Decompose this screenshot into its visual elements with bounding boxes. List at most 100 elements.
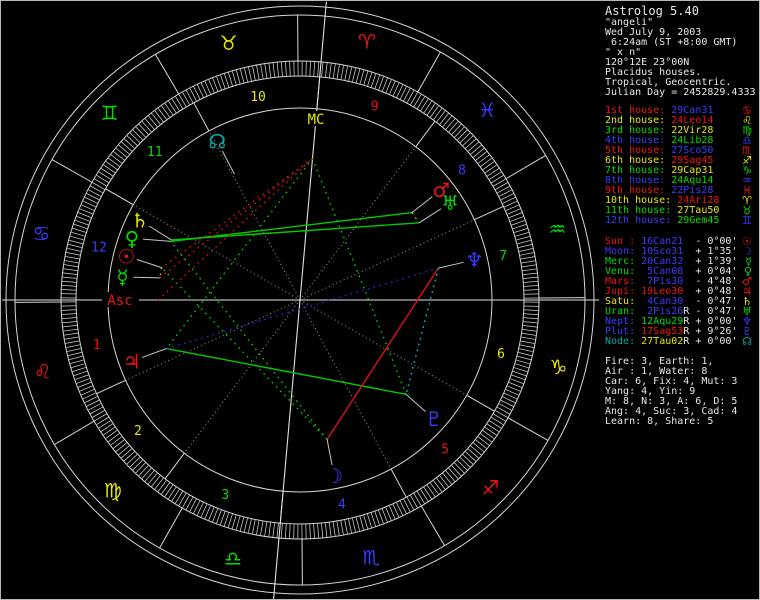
degree-tick [157,108,167,120]
degree-tick [141,121,152,133]
degree-tick [220,75,226,89]
degree-tick [115,147,128,158]
degree-tick [118,445,130,456]
degree-tick [62,317,77,320]
degree-tick [473,148,485,158]
aspect-line-neptune-pluto [405,267,440,395]
degree-tick [62,276,77,279]
degree-tick [508,212,523,219]
degree-tick [76,216,90,222]
degree-tick [289,524,291,539]
sign-divider [154,54,180,95]
degree-tick [523,321,538,324]
degree-tick [129,132,141,143]
degree-tick [381,508,388,523]
degree-tick [374,75,381,89]
degree-tick [67,247,81,252]
degree-tick [208,79,215,93]
sign-glyph-gemini: ♊ [101,101,119,125]
degree-tick [260,521,264,536]
degree-tick [524,285,539,287]
element-tally: Fire: 3, Earth: 1, Air : 1, Water: 8 Car: … [605,357,759,427]
degree-tick [524,313,539,316]
degree-tick [67,348,81,352]
degree-tick [108,433,120,443]
degree-tick [475,151,487,161]
degree-tick [105,430,118,439]
planet-pointer-saturn [148,225,172,241]
degree-tick [516,235,530,241]
degree-tick [465,451,477,462]
degree-tick [442,115,453,128]
degree-tick [451,123,462,135]
degree-tick [439,475,449,487]
degree-tick [212,508,219,523]
degree-tick [336,521,340,536]
degree-tick [520,256,535,260]
degree-tick [328,63,332,78]
degree-tick [340,520,344,535]
degree-tick [511,220,525,226]
sign-glyph-capricorn: ♑ [550,355,568,379]
degree-tick [75,219,89,226]
degree-tick [462,135,474,146]
degree-tick [161,105,170,118]
degree-tick [385,79,392,93]
degree-tick [135,462,146,474]
degree-tick [516,359,530,365]
house-cusp-segment [105,188,134,206]
house-number-2: 2 [134,424,142,439]
degree-tick [313,524,315,539]
sign-divider [159,507,183,549]
degree-tick [132,129,143,141]
degree-tick [317,62,320,77]
degree-tick [511,374,525,381]
degree-tick [521,336,536,340]
degree-tick [70,359,84,365]
degree-tick [470,144,482,155]
wheel-planet-jupiter: ♃ [123,349,141,373]
degree-tick [268,522,272,537]
degree-tick [515,231,529,237]
degree-tick [389,81,396,95]
degree-tick [204,81,211,95]
house-cusp-spoke [183,299,301,454]
degree-tick [62,321,77,324]
degree-tick [454,126,465,138]
degree-tick [126,135,138,146]
header-line-8: Julian Day = 2452829.4333 [605,87,756,98]
degree-tick [65,340,80,344]
house-cusp-spoke [299,299,392,470]
degree-tick [359,516,365,530]
degree-tick [359,70,365,84]
degree-tick [523,325,538,328]
degree-tick [66,344,81,348]
house-number-8: 8 [458,163,466,178]
degree-tick [439,113,449,125]
degree-tick [81,389,95,396]
degree-tick [340,65,344,80]
degree-tick [374,511,380,525]
house-cusp-list: 1st house: 29Can31 ♋ 2nd house: 24Leo14 ♌ 3r… [605,105,759,226]
degree-tick [148,115,158,127]
degree-tick [64,264,79,268]
degree-tick [77,381,92,388]
degree-tick [64,260,79,264]
degree-tick [71,363,85,369]
degree-tick [515,363,529,369]
sign-glyph-virgo: ♍ [104,479,122,503]
degree-tick [77,212,92,219]
degree-tick [317,523,320,538]
degree-tick [63,328,78,332]
sign-divider [420,505,446,546]
degree-tick [105,161,118,170]
degree-tick [110,436,123,446]
degree-tick [433,108,443,120]
degree-tick [264,521,268,536]
degree-tick [227,513,233,528]
degree-tick [352,68,357,82]
degree-tick [144,118,155,130]
degree-tick [154,110,164,123]
degree-tick [521,260,536,264]
degree-tick [123,138,135,149]
